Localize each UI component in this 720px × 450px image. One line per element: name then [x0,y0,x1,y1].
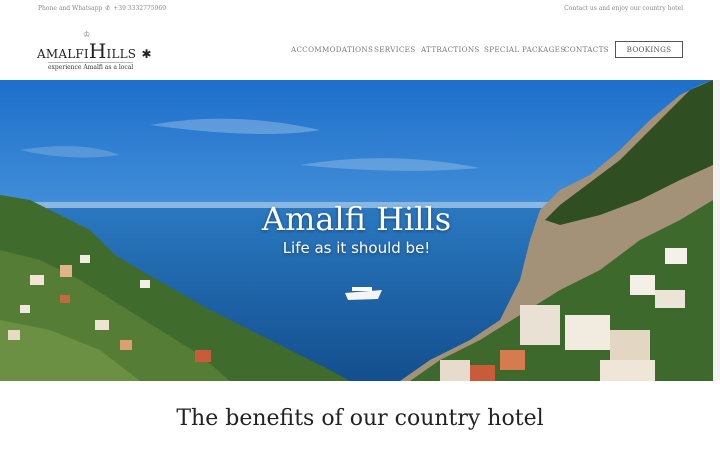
logo-name: AMALFIHILLS ✱ [37,39,152,63]
hero-subtitle: Life as it should be! [282,239,431,257]
phone-number[interactable]: +39 3332775969 [113,5,166,12]
nav-services[interactable]: SERVICES [374,45,415,54]
nav-special-packages[interactable]: SPECIAL PACKAGES [484,45,565,54]
bookings-button[interactable]: BOOKINGS [615,41,683,58]
hero-side-strip [713,80,720,381]
hero-banner: Amalfi Hills Life as it should be! [0,80,713,381]
crown-icon: ♔ [83,30,91,39]
nav-contacts[interactable]: CONTACTS [564,45,609,54]
nav-accommodations[interactable]: ACCOMMODATIONS [291,45,373,54]
logo-name-rest: ILLS [106,47,137,61]
star-icon: ✱ [141,47,152,61]
header: ♔ AMALFIHILLS ✱ experience Amalfi as a l… [0,18,720,80]
phone-label: Phone and Whatsapp [38,5,103,12]
hero-title: Amalfi Hills [261,200,452,238]
nav-attractions[interactable]: ATTRACTIONS [421,45,480,54]
site-logo[interactable]: ♔ AMALFIHILLS ✱ experience Amalfi as a l… [37,30,152,71]
top-contact-text: Contact us and enjoy our country hotel [564,5,683,12]
phone-info: Phone and Whatsapp ✆ +39 3332775969 [38,5,166,12]
logo-name-first: AMALFI [37,47,89,61]
logo-name-h: H [88,39,107,63]
top-bar: Phone and Whatsapp ✆ +39 3332775969 Cont… [0,0,720,19]
logo-tagline: experience Amalfi as a local [48,62,134,71]
section-title: The benefits of our country hotel [176,406,544,431]
phone-icon: ✆ [105,5,111,12]
